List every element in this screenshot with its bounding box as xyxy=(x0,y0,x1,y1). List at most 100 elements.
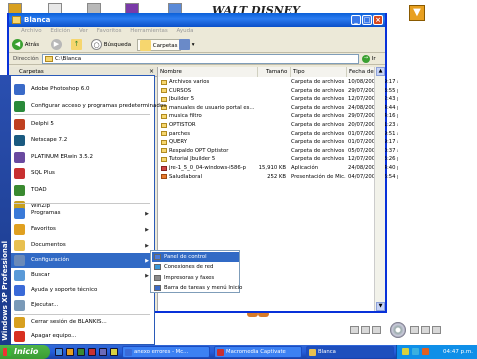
taskbar-button-label: Macromedia Captivate xyxy=(226,349,286,355)
back-button[interactable]: ◀ Atrás xyxy=(12,39,39,51)
folder-icon xyxy=(161,122,167,128)
system-item[interactable]: Documentos ▶ xyxy=(11,238,154,253)
submenu-item[interactable]: Impresoras y faxes xyxy=(152,273,239,283)
file-row[interactable]: Tutorial Jbuilder 5 Carpeta de archivos 12… xyxy=(158,155,398,164)
folders-button[interactable]: Carpetas xyxy=(137,39,181,51)
shutdown-item[interactable]: Apagar equipo... xyxy=(11,330,154,343)
program-item[interactable]: PLATINUM ERwin 3.5.2 xyxy=(11,149,154,165)
pinned-item-label: Adobe Photoshop 6.0 xyxy=(31,85,90,92)
minimize-button[interactable]: _ xyxy=(351,15,361,25)
close-icon[interactable]: × xyxy=(149,68,154,75)
pinned-item[interactable]: Adobe Photoshop 6.0 xyxy=(11,81,154,97)
program-item[interactable]: Netscape 7.2 xyxy=(11,133,154,149)
submenu-item[interactable]: Barra de tareas y menú Inicio xyxy=(152,283,242,293)
program-item[interactable]: SQL Plus xyxy=(11,166,154,182)
taskbar-button[interactable]: anexo errores - Mc... xyxy=(122,346,210,358)
logoff-item[interactable]: Cerrar sesión de BLANKIS... xyxy=(11,316,154,329)
menu-ver[interactable]: Ver xyxy=(79,28,88,34)
taskbar-button[interactable]: Blanca xyxy=(306,346,394,358)
folder-icon xyxy=(161,148,167,154)
program-item-label: PLATINUM ERwin 3.5.2 xyxy=(31,153,94,160)
file-row[interactable]: Saludlaboral 252 KB Presentación de Mic...… xyxy=(158,173,398,182)
menu-favoritos[interactable]: Favoritos xyxy=(97,28,122,34)
maximize-button[interactable]: □ xyxy=(362,15,372,25)
clock[interactable]: 04:47 p.m. xyxy=(443,345,473,359)
search-button[interactable]: ○ Búsqueda xyxy=(91,39,131,51)
go-button[interactable]: → Ir xyxy=(362,54,376,64)
forward-button[interactable]: ▶ xyxy=(51,39,62,51)
start-button[interactable]: Inicio xyxy=(0,345,50,359)
program-item-label: TOAD xyxy=(31,186,47,193)
taskbar-button[interactable]: Macromedia Captivate xyxy=(214,346,302,358)
menu-divider xyxy=(14,314,150,315)
file-date: 04/07/2005 06:54 p... xyxy=(348,173,398,180)
column-type[interactable]: Tipo xyxy=(291,67,347,77)
submenu-item[interactable]: Conexiones de red xyxy=(152,262,239,272)
quick-launch-icon[interactable] xyxy=(55,348,63,356)
disc-icon[interactable] xyxy=(390,322,406,338)
file-row[interactable]: QUERY Carpeta de archivos 01/07/2005 09:17… xyxy=(158,138,398,147)
quick-launch-icon[interactable] xyxy=(88,348,96,356)
pinned-item[interactable]: Configurar acceso y programas predetermi… xyxy=(11,98,166,114)
file-row[interactable]: manuales de usuario portal es... Carpeta … xyxy=(158,104,398,113)
quick-launch-icon[interactable] xyxy=(77,348,85,356)
file-date: 01/07/2005 09:17 a... xyxy=(348,139,398,146)
file-row[interactable]: CURSOS Carpeta de archivos 29/07/2005 03:5… xyxy=(158,87,398,96)
program-item[interactable]: Delphi 5 xyxy=(11,116,154,132)
quick-launch-icon[interactable] xyxy=(110,348,118,356)
tray-icon[interactable] xyxy=(402,348,409,355)
file-date: 12/07/2005 03:26 p... xyxy=(348,156,398,163)
system-item[interactable]: Buscar ▶ xyxy=(11,268,154,283)
column-name[interactable]: Nombre xyxy=(158,67,258,77)
tray-icon[interactable] xyxy=(412,348,419,355)
quick-launch-icon[interactable] xyxy=(99,348,107,356)
settings-icon xyxy=(154,264,161,271)
file-row[interactable]: OPTISTOR Carpeta de archivos 20/07/2005 11… xyxy=(158,121,398,130)
tray-icon[interactable] xyxy=(422,348,429,355)
windows-xp-band: Windows XP Professional xyxy=(0,75,11,345)
window-titlebar[interactable]: Blanca _ □ × xyxy=(9,13,385,27)
program-item[interactable]: TOAD xyxy=(11,182,154,198)
column-date[interactable]: Fecha de modificación xyxy=(347,67,375,77)
system-item[interactable]: Favoritos ▶ xyxy=(11,222,154,237)
views-button[interactable]: ▾ xyxy=(179,39,195,51)
media-button[interactable] xyxy=(350,326,359,334)
media-button[interactable] xyxy=(361,326,370,334)
media-button[interactable] xyxy=(410,326,419,334)
up-folder-button[interactable]: ↑ xyxy=(71,39,82,51)
scroll-down-icon[interactable]: ▼ xyxy=(376,302,385,311)
system-item[interactable]: Ejecutar... xyxy=(11,298,154,313)
chevron-right-icon: ▶ xyxy=(145,210,149,217)
file-row[interactable]: jre-1_5_0_04-windows-i586-p 15,910 KB Apli… xyxy=(158,164,398,173)
submenu-item[interactable]: Panel de control xyxy=(152,252,239,262)
folder-icon xyxy=(161,156,167,162)
vertical-scrollbar[interactable]: ▲ ▼ xyxy=(374,67,385,311)
file-type: Carpeta de archivos xyxy=(291,87,345,94)
media-button[interactable] xyxy=(432,326,441,334)
file-row[interactable]: parches Carpeta de archivos 01/07/2005 09:… xyxy=(158,130,398,139)
scroll-up-icon[interactable]: ▲ xyxy=(376,67,385,76)
file-row[interactable]: Archivos varios Carpeta de archivos 10/08/… xyxy=(158,78,398,87)
quick-launch-icon[interactable] xyxy=(66,348,74,356)
media-button[interactable] xyxy=(372,326,381,334)
file-name: manuales de usuario portal es... xyxy=(169,104,255,111)
system-item[interactable]: Ayuda y soporte técnico xyxy=(11,283,154,298)
file-row[interactable]: Jbuilder 5 Carpeta de archivos 12/07/2005 … xyxy=(158,95,398,104)
system-item[interactable]: Configuración ▶ xyxy=(11,253,154,268)
menu-ayuda[interactable]: Ayuda xyxy=(177,28,194,34)
address-input[interactable]: C:\Blanca xyxy=(42,54,359,64)
system-item[interactable]: Programas ▶ xyxy=(11,206,154,221)
media-button[interactable] xyxy=(421,326,430,334)
close-button[interactable]: × xyxy=(373,15,383,25)
column-size[interactable]: Tamaño xyxy=(258,67,291,77)
file-name: Tutorial Jbuilder 5 xyxy=(169,156,216,163)
file-row[interactable]: Respaldo OPT Optistor Carpeta de archivos… xyxy=(158,147,398,156)
chevron-down-icon[interactable]: ▼ xyxy=(409,5,425,21)
menu-archivo[interactable]: Archivo xyxy=(21,28,42,34)
system-item-label: Configuración xyxy=(31,257,70,263)
menu-herramientas[interactable]: Herramientas xyxy=(130,28,167,34)
pinned-icon xyxy=(14,83,25,95)
menu-edicion[interactable]: Edición xyxy=(50,28,70,34)
file-row[interactable]: musica filtro Carpeta de archivos 29/07/20… xyxy=(158,112,398,121)
system-item-label: Ejecutar... xyxy=(31,302,59,308)
